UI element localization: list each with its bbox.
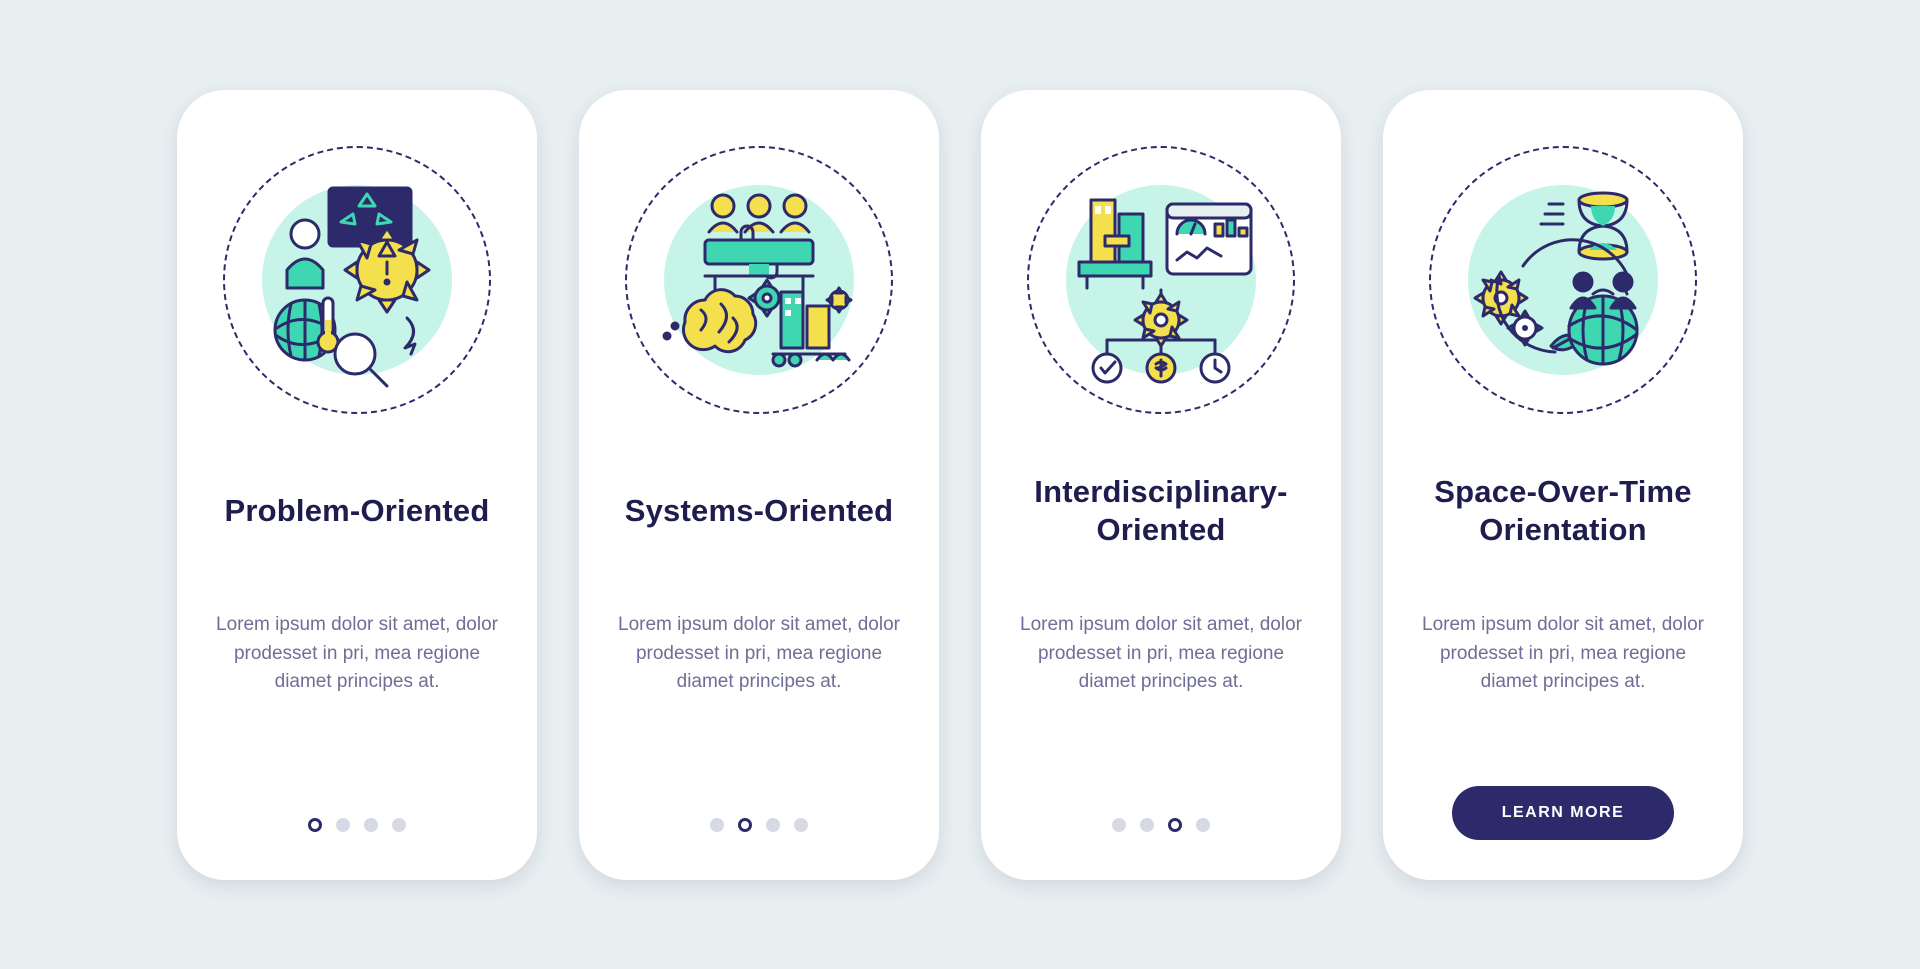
card-title: Problem-Oriented (224, 472, 489, 550)
dot-1[interactable] (710, 818, 724, 832)
card-description: Lorem ipsum dolor sit amet, dolor prodes… (615, 611, 903, 697)
card-description: Lorem ipsum dolor sit amet, dolor prodes… (1419, 611, 1707, 697)
pagination-dots (1112, 818, 1210, 840)
pagination-dots (308, 818, 406, 840)
dot-4[interactable] (392, 818, 406, 832)
pagination-dots (710, 818, 808, 840)
dot-3[interactable] (364, 818, 378, 832)
dot-2[interactable] (738, 818, 752, 832)
dot-2[interactable] (336, 818, 350, 832)
card-title: Interdisciplinary-Oriented (1017, 472, 1305, 550)
systems-oriented-icon (625, 146, 893, 414)
dot-3[interactable] (766, 818, 780, 832)
problem-oriented-icon (223, 146, 491, 414)
onboarding-card-1: Problem-Oriented Lorem ipsum dolor sit a… (177, 90, 537, 880)
onboarding-card-3: Interdisciplinary-Oriented Lorem ipsum d… (981, 90, 1341, 880)
learn-more-button[interactable]: LEARN MORE (1452, 786, 1675, 840)
card-description: Lorem ipsum dolor sit amet, dolor prodes… (213, 611, 501, 697)
card-title: Space-Over-Time Orientation (1419, 472, 1707, 550)
card-description: Lorem ipsum dolor sit amet, dolor prodes… (1017, 611, 1305, 697)
card-title: Systems-Oriented (625, 472, 894, 550)
dot-2[interactable] (1140, 818, 1154, 832)
space-over-time-icon (1429, 146, 1697, 414)
dot-1[interactable] (308, 818, 322, 832)
dot-3[interactable] (1168, 818, 1182, 832)
onboarding-card-2: Systems-Oriented Lorem ipsum dolor sit a… (579, 90, 939, 880)
onboarding-carousel: Problem-Oriented Lorem ipsum dolor sit a… (177, 90, 1743, 880)
interdisciplinary-oriented-icon (1027, 146, 1295, 414)
dot-4[interactable] (1196, 818, 1210, 832)
dot-4[interactable] (794, 818, 808, 832)
onboarding-card-4: Space-Over-Time Orientation Lorem ipsum … (1383, 90, 1743, 880)
dot-1[interactable] (1112, 818, 1126, 832)
